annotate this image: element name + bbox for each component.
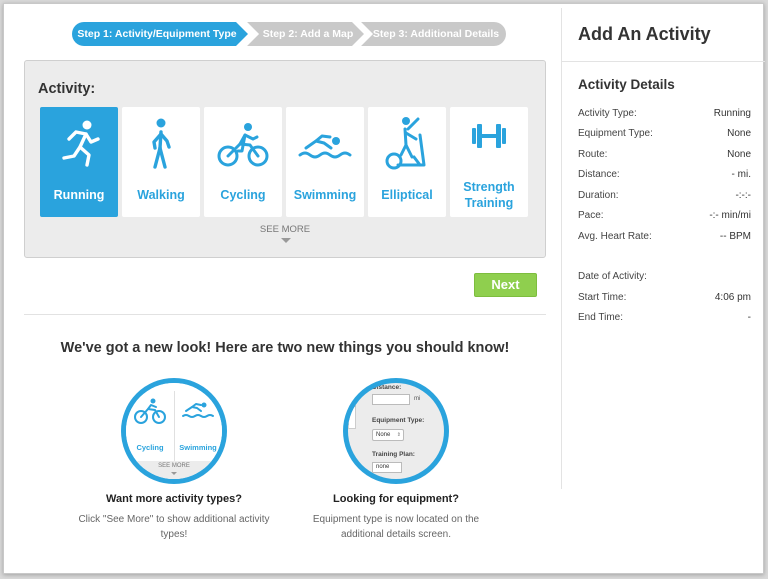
see-more-illustration: Cycling Swimming SEE MORE	[121, 378, 227, 484]
cycling-icon	[217, 123, 269, 167]
running-icon	[62, 120, 100, 167]
promo-2-heading: Looking for equipment?	[333, 493, 459, 505]
detail-row-start-time: Start Time: 4:06 pm	[578, 292, 751, 303]
activity-selector: Activity: Running Walking Cycling Swimmi…	[24, 60, 546, 258]
activity-summary-sidebar: Add An Activity Activity Details Activit…	[561, 8, 765, 489]
divider	[562, 61, 765, 62]
detail-row-distance: Distance: - mi.	[578, 169, 751, 180]
equipment-select: None ⇕	[372, 429, 404, 441]
step-1-activity-equipment[interactable]: Step 1: Activity/Equipment Type	[72, 22, 248, 46]
activity-tile-running[interactable]: Running	[40, 107, 118, 217]
chevron-down-icon	[171, 472, 177, 475]
detail-row-avg-heart-rate: Avg. Heart Rate: -- BPM	[578, 231, 751, 242]
training-plan-field: none	[372, 462, 402, 473]
step-3-additional-details[interactable]: Step 3: Additional Details	[360, 22, 506, 46]
promo-2-text: Equipment type is now located on the add…	[312, 514, 480, 540]
detail-row-equipment-type: Equipment Type: None	[578, 128, 751, 139]
detail-row-pace: Pace: -:- min/mi	[578, 210, 751, 221]
chevron-down-icon[interactable]	[281, 238, 291, 243]
see-more-link[interactable]: SEE MORE	[25, 224, 545, 235]
swimming-icon	[182, 402, 214, 418]
activity-heading: Activity:	[38, 81, 96, 97]
swimming-icon	[298, 134, 352, 159]
activity-tile-walking[interactable]: Walking	[122, 107, 200, 217]
cycling-icon	[134, 398, 166, 424]
sidebar-title: Add An Activity	[578, 24, 711, 44]
detail-row-date: Date of Activity:	[578, 271, 647, 282]
detail-row-end-time: End Time: -	[578, 312, 751, 323]
promo-1-text: Click "See More" to show additional acti…	[78, 514, 270, 540]
detail-row-duration: Duration: -:-:-	[578, 190, 751, 201]
activity-tile-elliptical[interactable]: Elliptical	[368, 107, 446, 217]
next-button[interactable]: Next	[474, 273, 537, 297]
elliptical-icon	[385, 117, 426, 170]
detail-row-route: Route: None	[578, 149, 751, 160]
promo-title: We've got a new look! Here are two new t…	[60, 340, 510, 356]
promo-1-heading: Want more activity types?	[106, 493, 242, 505]
step-2-add-map[interactable]: Step 2: Add a Map	[246, 22, 364, 46]
activity-tile-swimming[interactable]: Swimming	[286, 107, 364, 217]
distance-field	[372, 394, 410, 405]
activity-tile-strength-training[interactable]: Strength Training	[450, 107, 528, 217]
divider	[24, 314, 546, 315]
details-heading: Activity Details	[578, 77, 675, 92]
walking-icon	[152, 118, 171, 169]
detail-row-activity-type: Activity Type: Running	[578, 108, 751, 119]
equipment-illustration: 29 Distance: mi Equipment Type: None ⇕ T…	[343, 378, 449, 484]
activity-tile-cycling[interactable]: Cycling	[204, 107, 282, 217]
select-arrows-icon: ⇕	[396, 432, 401, 438]
dumbbell-icon	[472, 124, 506, 148]
app-frame: Step 1: Activity/Equipment Type Step 2: …	[3, 3, 765, 574]
